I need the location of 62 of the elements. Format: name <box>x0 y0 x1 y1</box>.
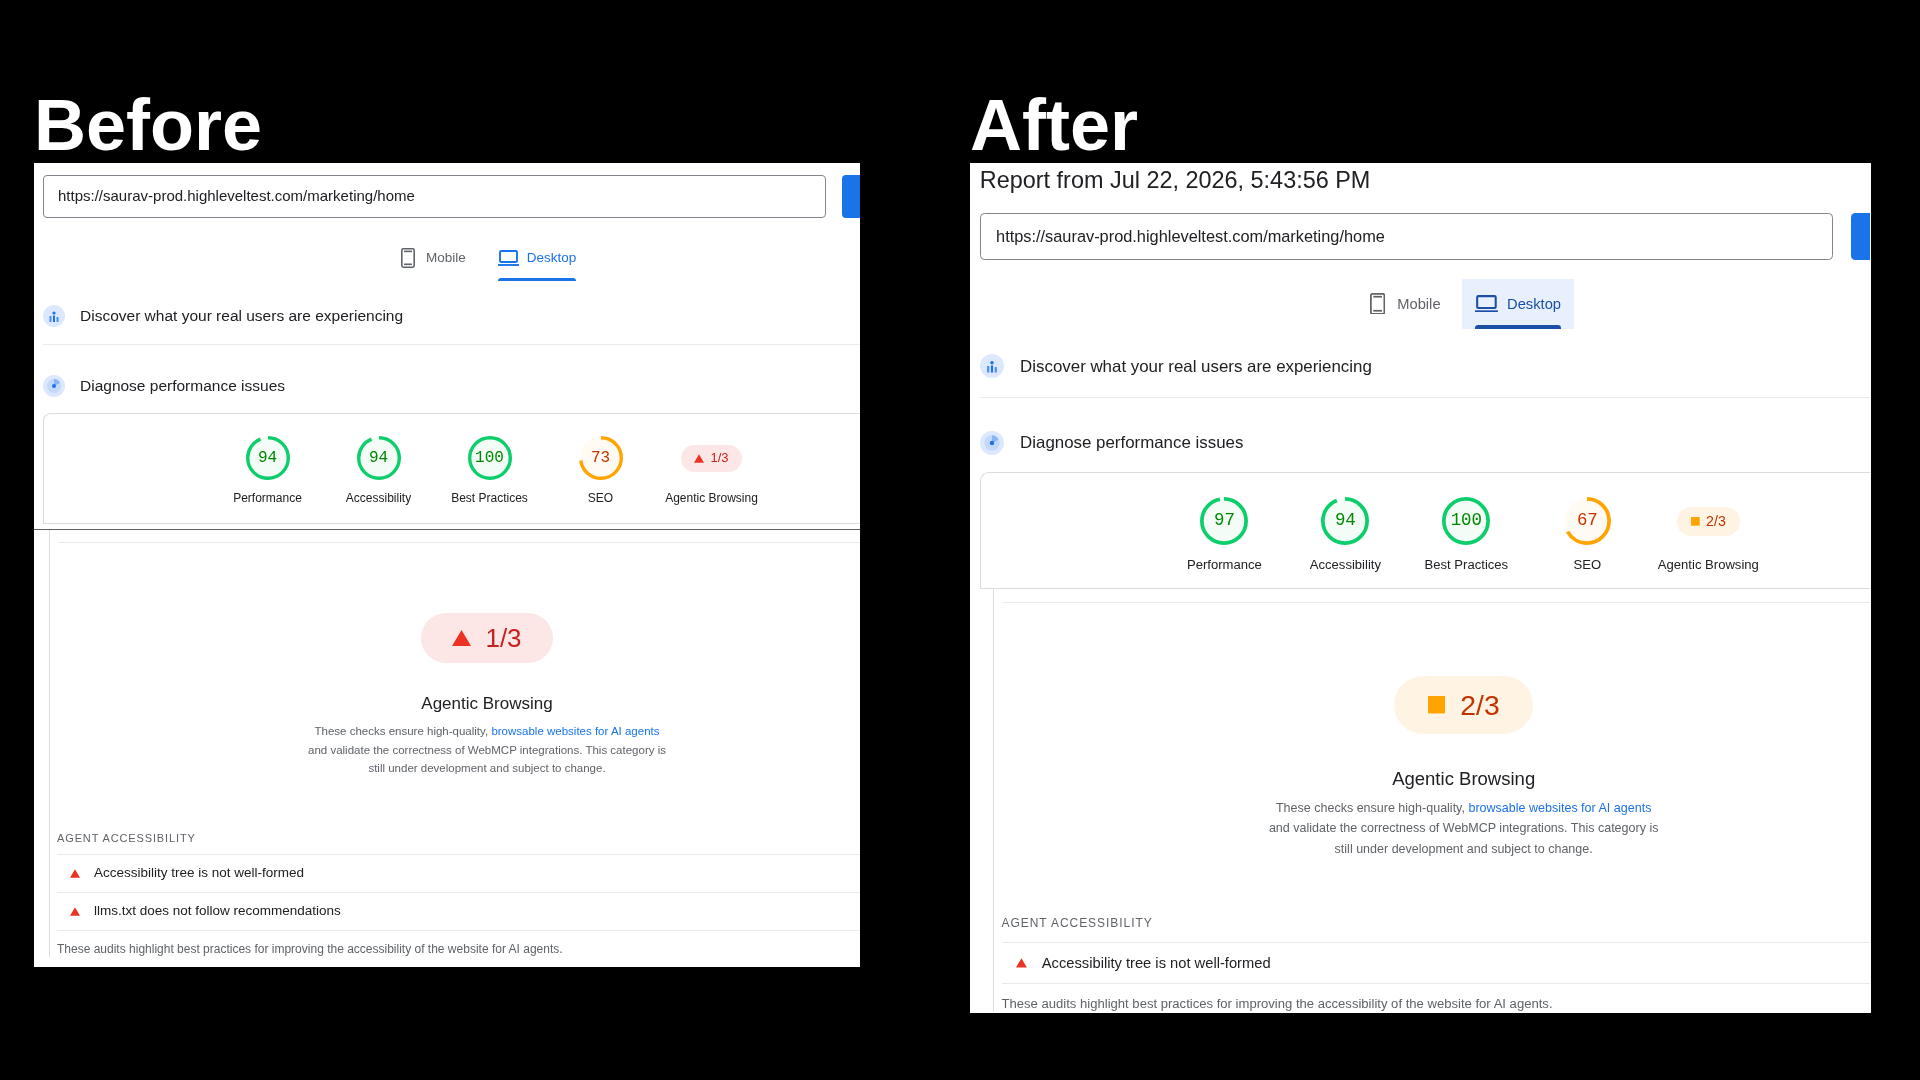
audit-title[interactable]: llms.txt does not follow recommendations <box>94 900 341 922</box>
group-footer: These audits highlight best practices for improving the accessibility of the website for AI agents. <box>1001 994 1553 1013</box>
category-title: Agentic Browsing <box>1392 766 1536 791</box>
category-description: These checks ensure high-quality, browsable websites for AI agents and validate the correctness of WebMCP integrations. This category is still under development and subject to change. <box>1267 800 1660 858</box>
score-gauge <box>1442 497 1491 546</box>
category-title: Agentic Browsing <box>421 693 553 715</box>
score-value: 100 <box>475 449 504 467</box>
audit-title[interactable]: Accessibility tree is not well-formed <box>94 862 305 884</box>
score-value: 94 <box>1334 511 1356 532</box>
score-gauge <box>467 436 512 480</box>
score-label: SEO <box>1573 556 1602 574</box>
section-title: Discover what your real users are experiencing <box>1020 355 1372 378</box>
score-value: 67 <box>1576 511 1598 532</box>
group-title: AGENT ACCESSIBILITY <box>57 830 196 846</box>
score-gauge <box>1321 497 1370 546</box>
score-label: Agentic Browsing <box>665 490 758 506</box>
score-value: 1/3 <box>485 621 522 655</box>
score-value: 73 <box>590 449 611 467</box>
chart-icon <box>979 354 1004 379</box>
panel-heading: Before <box>34 89 263 161</box>
section-title: Discover what your real users are experiencing <box>80 305 404 326</box>
phone-icon <box>401 248 415 268</box>
score-value: 2/3 <box>1706 511 1726 531</box>
chart-icon <box>43 304 65 327</box>
score-value: 94 <box>368 449 389 467</box>
section-title: Diagnose performance issues <box>1020 432 1244 455</box>
score-value: 97 <box>1213 511 1235 532</box>
score-label: SEO <box>587 490 614 506</box>
audit-title[interactable]: Accessibility tree is not well-formed <box>1041 951 1271 974</box>
report-title: Report from Jul 22, 2026, 5:43:56 PM <box>979 166 1371 196</box>
laptop-icon <box>1475 294 1499 313</box>
score-label: Performance <box>233 490 302 506</box>
action-button[interactable] <box>1850 213 1871 260</box>
score-gauge <box>245 436 290 480</box>
score-value: 100 <box>1450 511 1483 532</box>
score-gauge <box>1563 497 1612 546</box>
score-gauge <box>578 436 623 480</box>
score-gauge <box>1200 497 1249 546</box>
group-footer: These audits highlight best practices for improving the accessibility of the website for AI agents. <box>57 940 563 957</box>
score-value: 94 <box>257 449 278 467</box>
phone-icon <box>1370 292 1386 315</box>
score-label: Performance <box>1186 556 1262 574</box>
category-description: These checks ensure high-quality, browsable websites for AI agents and validate the correctness of WebMCP integrations. This category is still under development and subject to change. <box>307 724 667 776</box>
section-title: Diagnose performance issues <box>80 376 286 397</box>
score-label: Agentic Browsing <box>1657 556 1759 574</box>
score-label: Best Practices <box>1424 556 1509 574</box>
url-field[interactable]: https://saurav-prod.highleveltest.com/marketing/home <box>979 213 1834 260</box>
link[interactable]: browsable websites for AI agents <box>1468 801 1652 816</box>
score-value: 1/3 <box>710 449 729 468</box>
score-label: Accessibility <box>1309 556 1381 574</box>
score-value: 2/3 <box>1460 687 1500 723</box>
group-title: AGENT ACCESSIBILITY <box>1001 915 1153 933</box>
score-gauge <box>356 436 401 480</box>
score-label: Accessibility <box>345 490 412 506</box>
laptop-icon <box>497 250 519 266</box>
radar-icon <box>979 431 1004 456</box>
url-field[interactable]: https://saurav-prod.highleveltest.com/marketing/home <box>43 175 826 218</box>
score-label: Best Practices <box>451 490 528 506</box>
panel-heading: After <box>970 89 1138 161</box>
radar-icon <box>43 375 65 397</box>
tab[interactable]: Desktop <box>1462 278 1575 329</box>
link[interactable]: browsable websites for AI agents <box>491 725 660 737</box>
